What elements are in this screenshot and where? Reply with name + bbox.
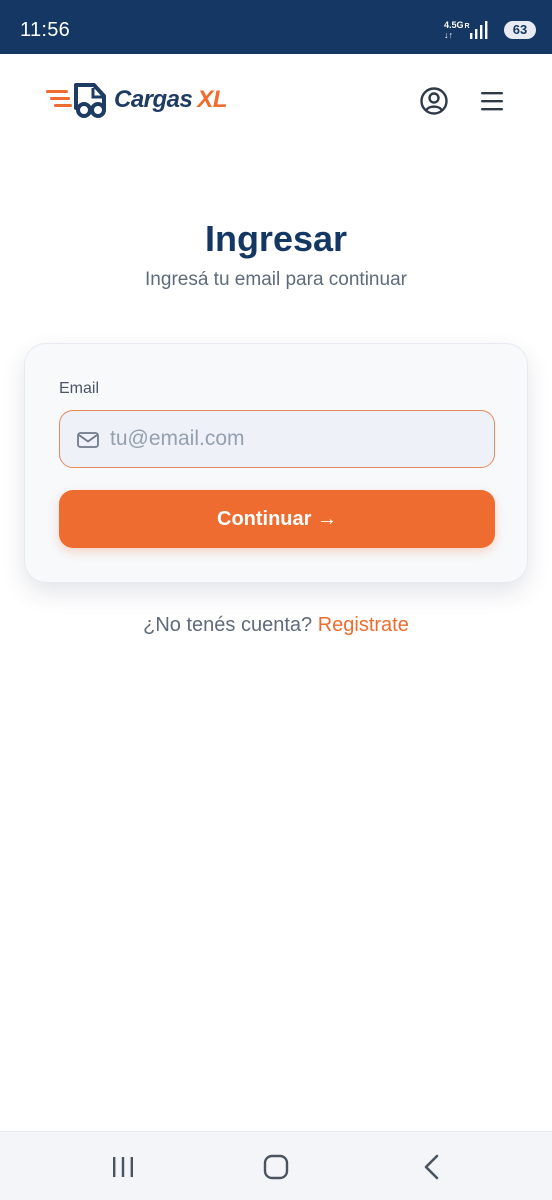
status-bar: 11:56 4.5GR ↓↑ 63 (0, 0, 552, 54)
signal-icon (470, 21, 488, 39)
network-type-indicator: 4.5GR ↓↑ (444, 20, 470, 40)
logo-text: Cargas XL (114, 86, 228, 113)
user-circle-icon[interactable] (419, 86, 449, 116)
email-label: Email (59, 380, 100, 397)
email-field[interactable] (59, 410, 495, 468)
recent-apps-icon[interactable] (110, 1154, 136, 1180)
page-subtitle: Ingresá tu email para continuar (145, 269, 407, 290)
mail-icon (77, 432, 99, 448)
signup-prompt: ¿No tenés cuenta? (143, 614, 313, 636)
signup-row: ¿No tenés cuenta? Registrate (0, 614, 552, 637)
status-time: 11:56 (20, 19, 71, 41)
battery-indicator: 63 (504, 21, 536, 39)
page-title: Ingresar (204, 218, 348, 259)
truck-logo-icon (46, 83, 106, 118)
app-header: Cargas XL (0, 54, 552, 146)
hamburger-menu-icon[interactable] (479, 89, 505, 113)
home-icon[interactable] (263, 1154, 289, 1180)
system-nav-bar (0, 1131, 552, 1200)
login-card: Email Continuar → (24, 343, 528, 583)
signup-link[interactable]: Registrate (318, 614, 409, 636)
email-input[interactable] (110, 411, 480, 466)
logo[interactable]: Cargas XL (46, 82, 236, 118)
back-icon[interactable] (420, 1153, 444, 1181)
continue-button[interactable]: Continuar → (59, 490, 495, 548)
